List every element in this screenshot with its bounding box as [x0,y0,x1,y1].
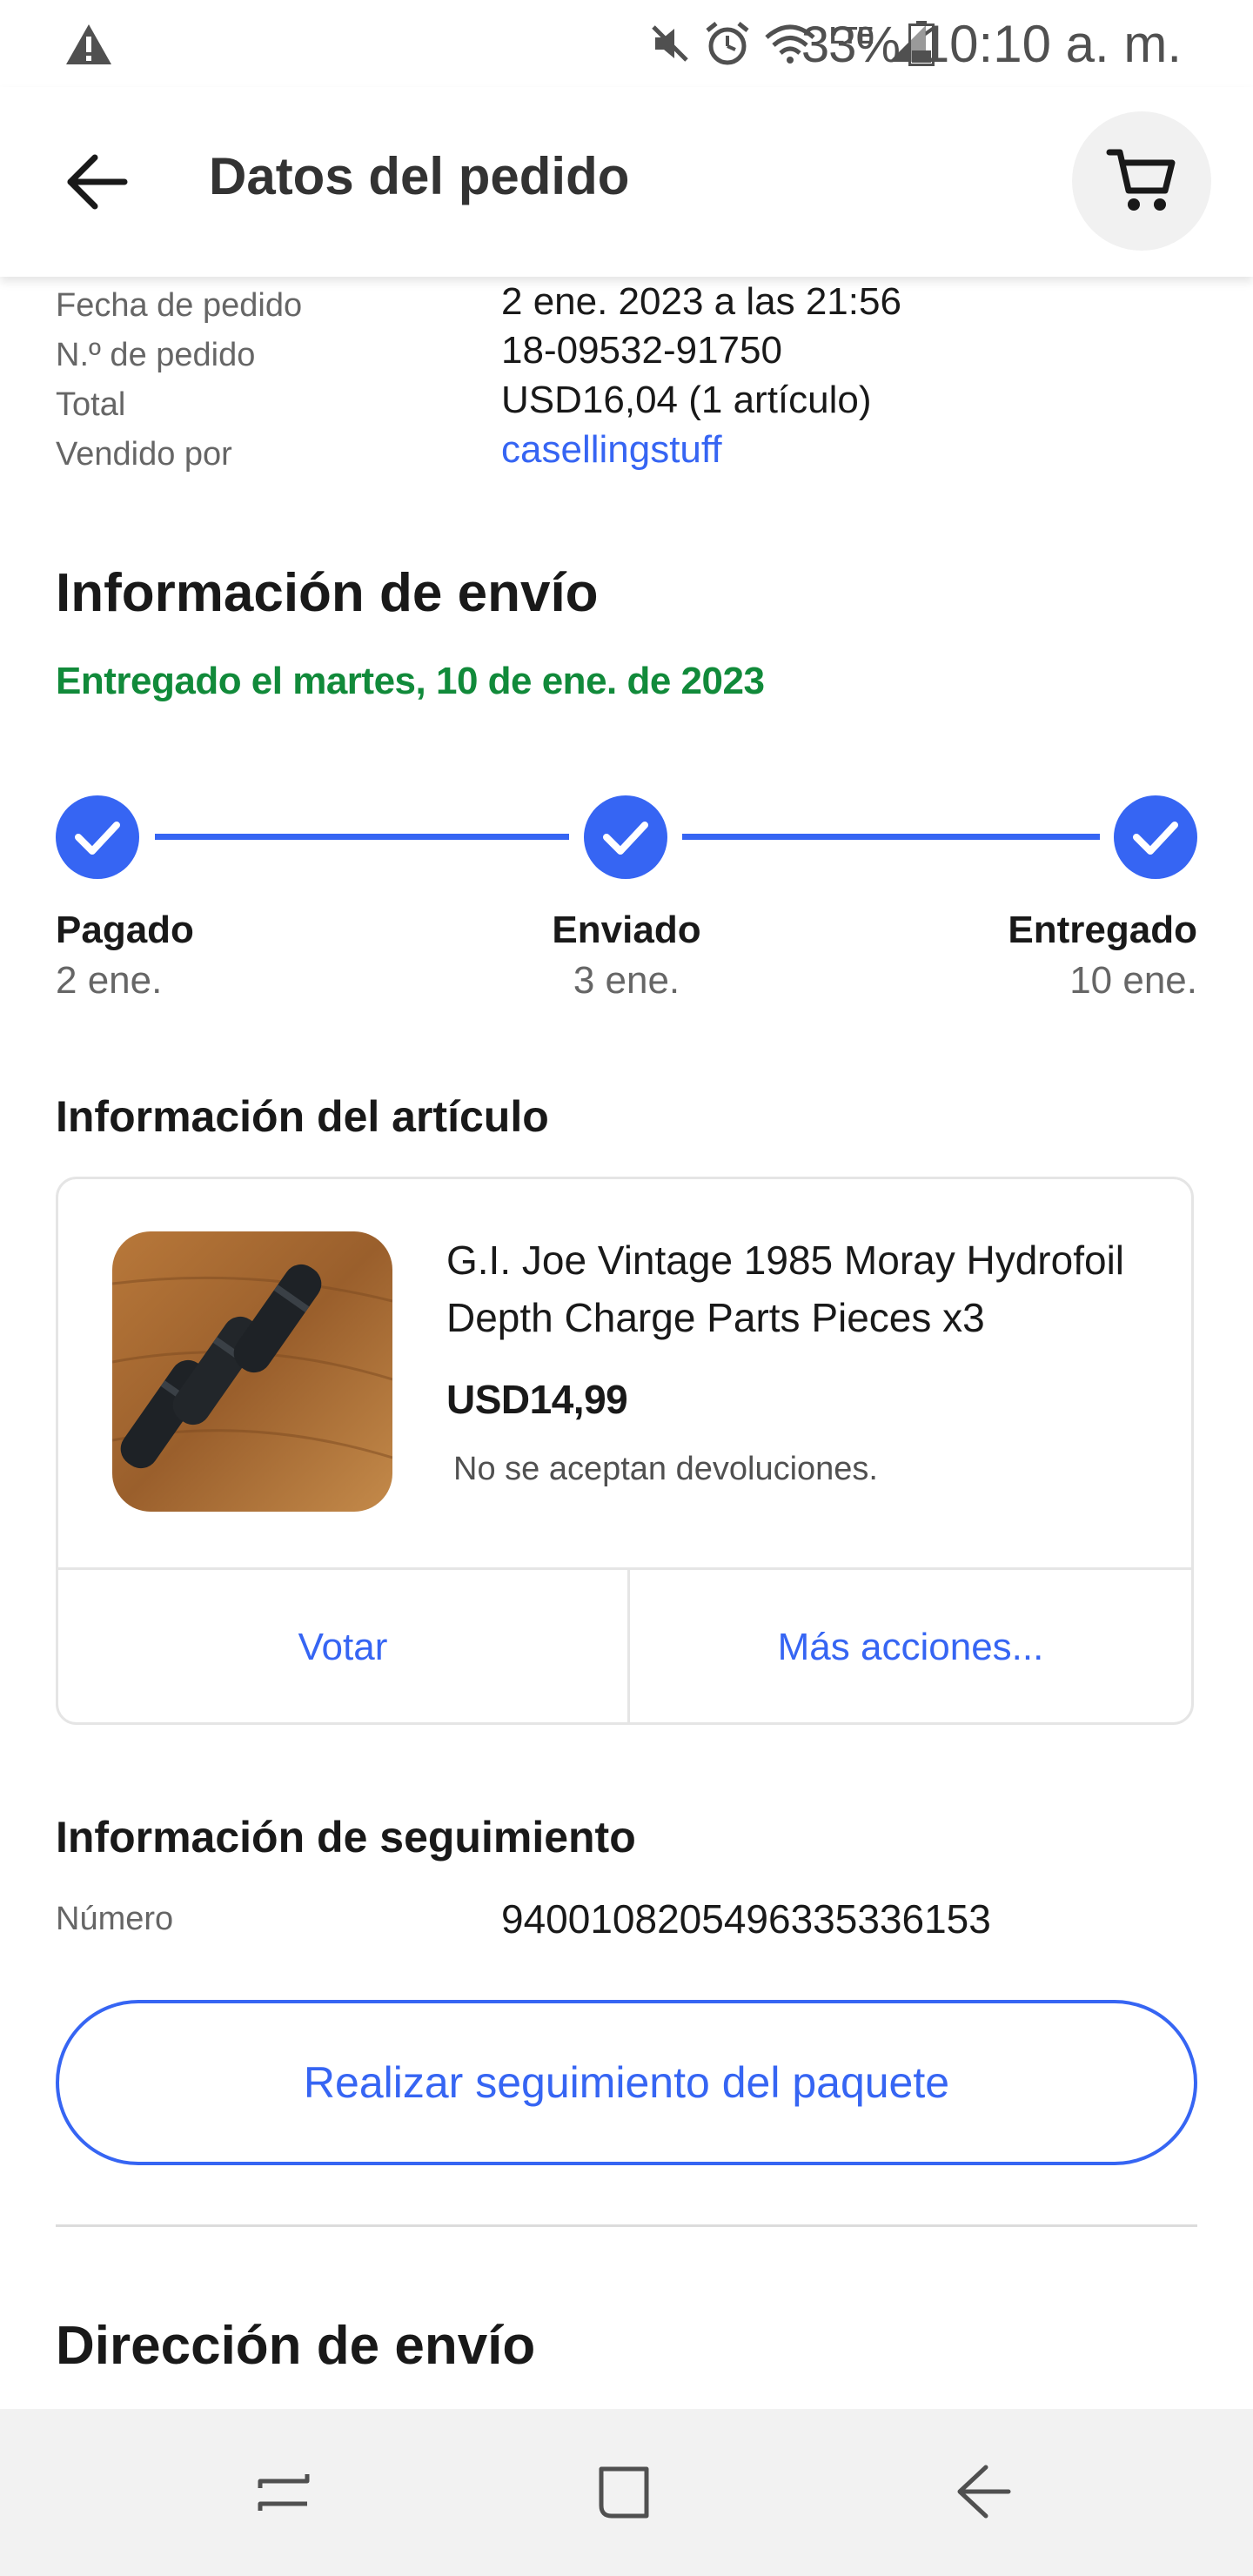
status-bar: LTE 33% 10:10 a. m. [0,0,1253,87]
home-icon [599,2466,649,2519]
alarm-icon [706,22,749,65]
track-package-button[interactable]: Realizar seguimiento del paquete [56,2000,1197,2165]
page-title: Datos del pedido [209,147,630,205]
item-card: G.I. Joe Vintage 1985 Moray Hydrofoil De… [56,1177,1194,1725]
more-actions-button[interactable]: Más acciones... [630,1570,1191,1725]
item-title-link[interactable]: G.I. Joe Vintage 1985 Moray Hydrofoil De… [446,1231,1160,1346]
step-paid-date: 2 ene. [56,959,163,1002]
seller-label: Vendido por [56,436,232,473]
recent-apps-icon [258,2474,310,2511]
shipping-address-heading: Dirección de envío [56,2316,536,2376]
tracking-number-label: Número [56,1901,174,1937]
step-paid-check-icon [56,795,139,879]
back-icon [957,2465,1011,2519]
step-paid-label: Pagado [56,909,194,951]
back-button[interactable] [56,141,137,223]
order-number-label: N.º de pedido [56,337,256,373]
item-price: USD14,99 [446,1377,628,1422]
vote-button[interactable]: Votar [58,1570,627,1725]
back-nav-button[interactable] [896,2409,1070,2576]
step-delivered-date: 10 ene. [1069,959,1197,1002]
order-number-value: 18-09532-91750 [501,329,782,372]
step-shipped-check-icon [584,795,667,879]
step-shipped-label: Enviado [552,909,701,951]
status-time: 10:10 a. m. [920,15,1182,73]
battery-percent: 33% [801,17,901,73]
mute-icon [652,25,688,62]
step-delivered-check-icon [1114,795,1197,879]
step-delivered-label: Entregado [1008,909,1197,951]
cart-icon [1106,149,1176,211]
order-date-label: Fecha de pedido [56,287,303,324]
app-bar: Datos del pedido [0,87,1253,277]
progress-line [682,834,1100,840]
cart-button[interactable] [1072,111,1211,251]
shipping-info-heading: Información de envío [56,563,599,623]
progress-line [155,834,569,840]
item-image[interactable] [112,1231,392,1512]
return-policy: No se aceptan devoluciones. [453,1451,878,1487]
tracking-info-heading: Información de seguimiento [56,1813,636,1862]
order-total-label: Total [56,386,126,423]
seller-link[interactable]: casellingstuff [501,428,722,472]
tracking-number: 9400108205496335336153 [501,1896,991,1942]
item-info-heading: Información del artículo [56,1092,549,1141]
recent-apps-button[interactable] [197,2409,371,2576]
home-button[interactable] [539,2409,714,2576]
warning-icon [66,24,111,64]
system-nav-bar [0,2409,1253,2576]
back-arrow-icon [67,154,128,210]
section-divider [56,2224,1197,2227]
order-date-value: 2 ene. 2023 a las 21:56 [501,280,901,323]
order-total-value: USD16,04 (1 artículo) [501,379,872,421]
step-shipped-date: 3 ene. [573,959,680,1002]
delivery-status: Entregado el martes, 10 de ene. de 2023 [56,660,765,702]
